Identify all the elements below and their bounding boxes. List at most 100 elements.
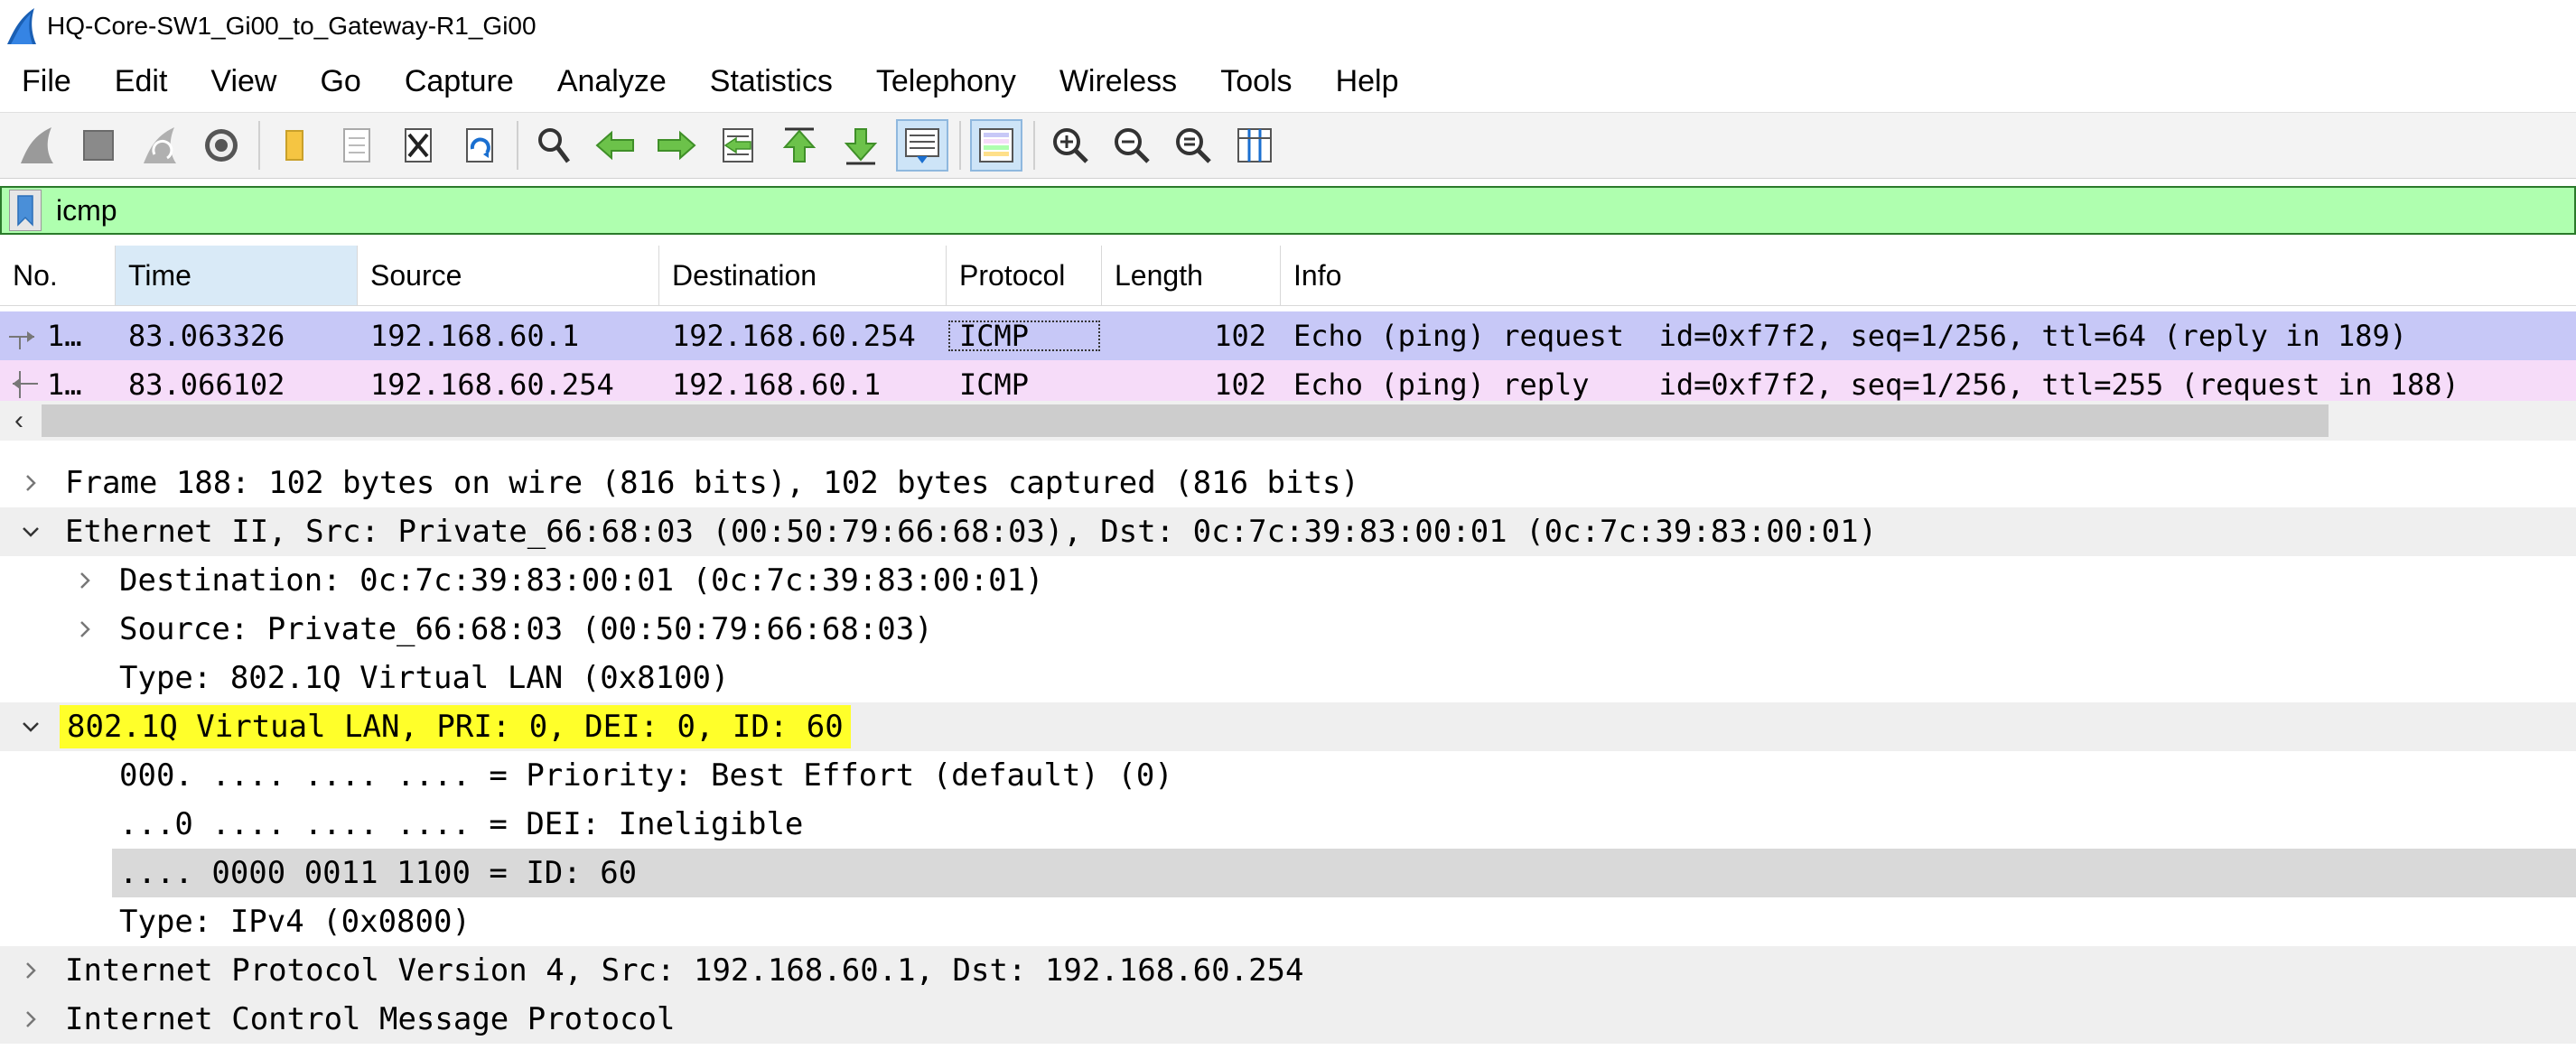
reload-file-icon[interactable] xyxy=(453,119,506,172)
find-packet-icon[interactable] xyxy=(527,119,580,172)
capture-options-icon[interactable] xyxy=(195,119,247,172)
window-title: HQ-Core-SW1_Gi00_to_Gateway-R1_Gi00 xyxy=(47,12,537,40)
tree-item-vlan-id-selected[interactable]: .... 0000 0011 1100 = ID: 60 xyxy=(0,849,2576,897)
chevron-down-icon[interactable] xyxy=(13,702,49,751)
tree-item-label: Destination: 0c:7c:39:83:00:01 (0c:7c:39… xyxy=(119,562,1044,599)
tree-item-ipv4[interactable]: Internet Protocol Version 4, Src: 192.16… xyxy=(0,946,2576,995)
zoom-in-icon[interactable] xyxy=(1044,119,1097,172)
toolbar-separator xyxy=(258,121,260,170)
title-bar: HQ-Core-SW1_Gi00_to_Gateway-R1_Gi00 xyxy=(0,0,2576,52)
close-file-icon[interactable] xyxy=(392,119,444,172)
chevron-down-icon[interactable] xyxy=(13,507,49,556)
go-forward-icon[interactable] xyxy=(650,119,703,172)
tree-item-frame[interactable]: Frame 188: 102 bytes on wire (816 bits),… xyxy=(0,459,2576,507)
menu-go[interactable]: Go xyxy=(298,64,382,99)
packet-list: No. Time Source Destination Protocol Len… xyxy=(0,246,2576,409)
go-to-packet-icon[interactable] xyxy=(712,119,764,172)
zoom-out-icon[interactable] xyxy=(1106,119,1158,172)
tree-item-vlan[interactable]: 802.1Q Virtual LAN, PRI: 0, DEI: 0, ID: … xyxy=(0,702,2576,751)
save-file-icon[interactable] xyxy=(331,119,383,172)
horizontal-scrollbar[interactable]: ‹ xyxy=(0,401,2576,441)
scrollbar-thumb[interactable] xyxy=(42,404,2329,437)
chevron-right-icon[interactable] xyxy=(13,995,49,1044)
packet-protocol: ICMP xyxy=(959,367,1030,402)
display-filter-input[interactable] xyxy=(56,193,2495,228)
open-file-icon[interactable] xyxy=(269,119,322,172)
tree-item-eth-source[interactable]: Source: Private_66:68:03 (00:50:79:66:68… xyxy=(0,605,2576,654)
tree-item-eth-destination[interactable]: Destination: 0c:7c:39:83:00:01 (0c:7c:39… xyxy=(0,556,2576,605)
bookmark-icon[interactable] xyxy=(9,190,42,231)
packet-info: Echo (ping) reply id=0xf7f2, seq=1/256, … xyxy=(1293,367,2459,402)
request-arrow-icon xyxy=(9,331,34,349)
packet-no-cell: 1… xyxy=(0,367,116,402)
packet-no: 1… xyxy=(47,367,82,402)
tree-item-label: Internet Control Message Protocol xyxy=(65,1001,676,1037)
restart-capture-icon[interactable] xyxy=(134,119,186,172)
packet-length: 102 xyxy=(1214,319,1266,353)
menu-tools[interactable]: Tools xyxy=(1199,64,1313,99)
packet-list-header: No. Time Source Destination Protocol Len… xyxy=(0,246,2576,306)
packet-protocol: ICMP xyxy=(947,319,1102,353)
tree-item-label: Internet Protocol Version 4, Src: 192.16… xyxy=(65,952,1304,989)
column-header-no[interactable]: No. xyxy=(0,246,116,305)
tree-item-label-highlighted: 802.1Q Virtual LAN, PRI: 0, DEI: 0, ID: … xyxy=(60,705,851,748)
menu-telephony[interactable]: Telephony xyxy=(854,64,1038,99)
colorize-icon[interactable] xyxy=(970,119,1022,172)
packet-length: 102 xyxy=(1214,367,1266,402)
column-header-protocol[interactable]: Protocol xyxy=(947,246,1102,305)
start-capture-icon[interactable] xyxy=(11,119,63,172)
main-toolbar xyxy=(0,112,2576,179)
packet-source: 192.168.60.1 xyxy=(370,319,580,353)
chevron-right-icon[interactable] xyxy=(67,556,103,605)
packet-no-cell: 1… xyxy=(0,319,116,353)
toolbar-separator xyxy=(517,121,518,170)
packet-time: 83.066102 xyxy=(128,367,285,402)
go-last-icon[interactable] xyxy=(835,119,887,172)
go-back-icon[interactable] xyxy=(589,119,641,172)
toolbar-separator xyxy=(959,121,961,170)
menu-wireless[interactable]: Wireless xyxy=(1038,64,1199,99)
tree-item-label: 000. .... .... .... = Priority: Best Eff… xyxy=(119,757,1173,794)
tree-item-vlan-dei[interactable]: ...0 .... .... .... = DEI: Ineligible xyxy=(0,800,2576,849)
tree-item-ethernet[interactable]: Ethernet II, Src: Private_66:68:03 (00:5… xyxy=(0,507,2576,556)
reply-arrow-icon xyxy=(13,371,38,398)
scroll-left-icon[interactable]: ‹ xyxy=(5,401,33,441)
autoscroll-icon[interactable] xyxy=(896,119,948,172)
menu-edit[interactable]: Edit xyxy=(93,64,190,99)
tree-item-label: Source: Private_66:68:03 (00:50:79:66:68… xyxy=(119,611,933,647)
packet-details: Frame 188: 102 bytes on wire (816 bits),… xyxy=(0,459,2576,1044)
display-filter-bar xyxy=(0,186,2576,235)
menu-help[interactable]: Help xyxy=(1314,64,1421,99)
tree-item-label: Ethernet II, Src: Private_66:68:03 (00:5… xyxy=(65,514,1878,550)
chevron-right-icon[interactable] xyxy=(13,946,49,995)
column-header-length[interactable]: Length xyxy=(1102,246,1281,305)
tree-item-label: .... 0000 0011 1100 = ID: 60 xyxy=(119,855,638,891)
chevron-right-icon[interactable] xyxy=(13,459,49,507)
wireshark-fin-icon xyxy=(7,8,36,44)
tree-item-label: Type: 802.1Q Virtual LAN (0x8100) xyxy=(119,660,730,696)
menu-analyze[interactable]: Analyze xyxy=(536,64,688,99)
menu-view[interactable]: View xyxy=(189,64,298,99)
column-header-source[interactable]: Source xyxy=(358,246,659,305)
packet-time: 83.063326 xyxy=(128,319,285,353)
stop-capture-icon[interactable] xyxy=(72,119,125,172)
menu-capture[interactable]: Capture xyxy=(383,64,536,99)
go-first-icon[interactable] xyxy=(773,119,826,172)
tree-item-vlan-priority[interactable]: 000. .... .... .... = Priority: Best Eff… xyxy=(0,751,2576,800)
column-header-destination[interactable]: Destination xyxy=(659,246,947,305)
packet-source: 192.168.60.254 xyxy=(370,367,614,402)
column-header-time[interactable]: Time xyxy=(116,246,358,305)
tree-item-label: Frame 188: 102 bytes on wire (816 bits),… xyxy=(65,465,1359,501)
tree-item-icmp[interactable]: Internet Control Message Protocol xyxy=(0,995,2576,1044)
column-header-info[interactable]: Info xyxy=(1281,246,2576,305)
menu-statistics[interactable]: Statistics xyxy=(688,64,854,99)
resize-columns-icon[interactable] xyxy=(1228,119,1281,172)
tree-item-label: ...0 .... .... .... = DEI: Ineligible xyxy=(119,806,804,842)
chevron-right-icon[interactable] xyxy=(67,605,103,654)
tree-item-vlan-type[interactable]: Type: IPv4 (0x0800) xyxy=(0,897,2576,946)
tree-item-eth-type[interactable]: Type: 802.1Q Virtual LAN (0x8100) xyxy=(0,654,2576,702)
menu-file[interactable]: File xyxy=(0,64,93,99)
zoom-normal-icon[interactable] xyxy=(1167,119,1219,172)
packet-row[interactable]: 1… 83.063326 192.168.60.1 192.168.60.254… xyxy=(0,311,2576,360)
packet-info: Echo (ping) request id=0xf7f2, seq=1/256… xyxy=(1293,319,2407,353)
